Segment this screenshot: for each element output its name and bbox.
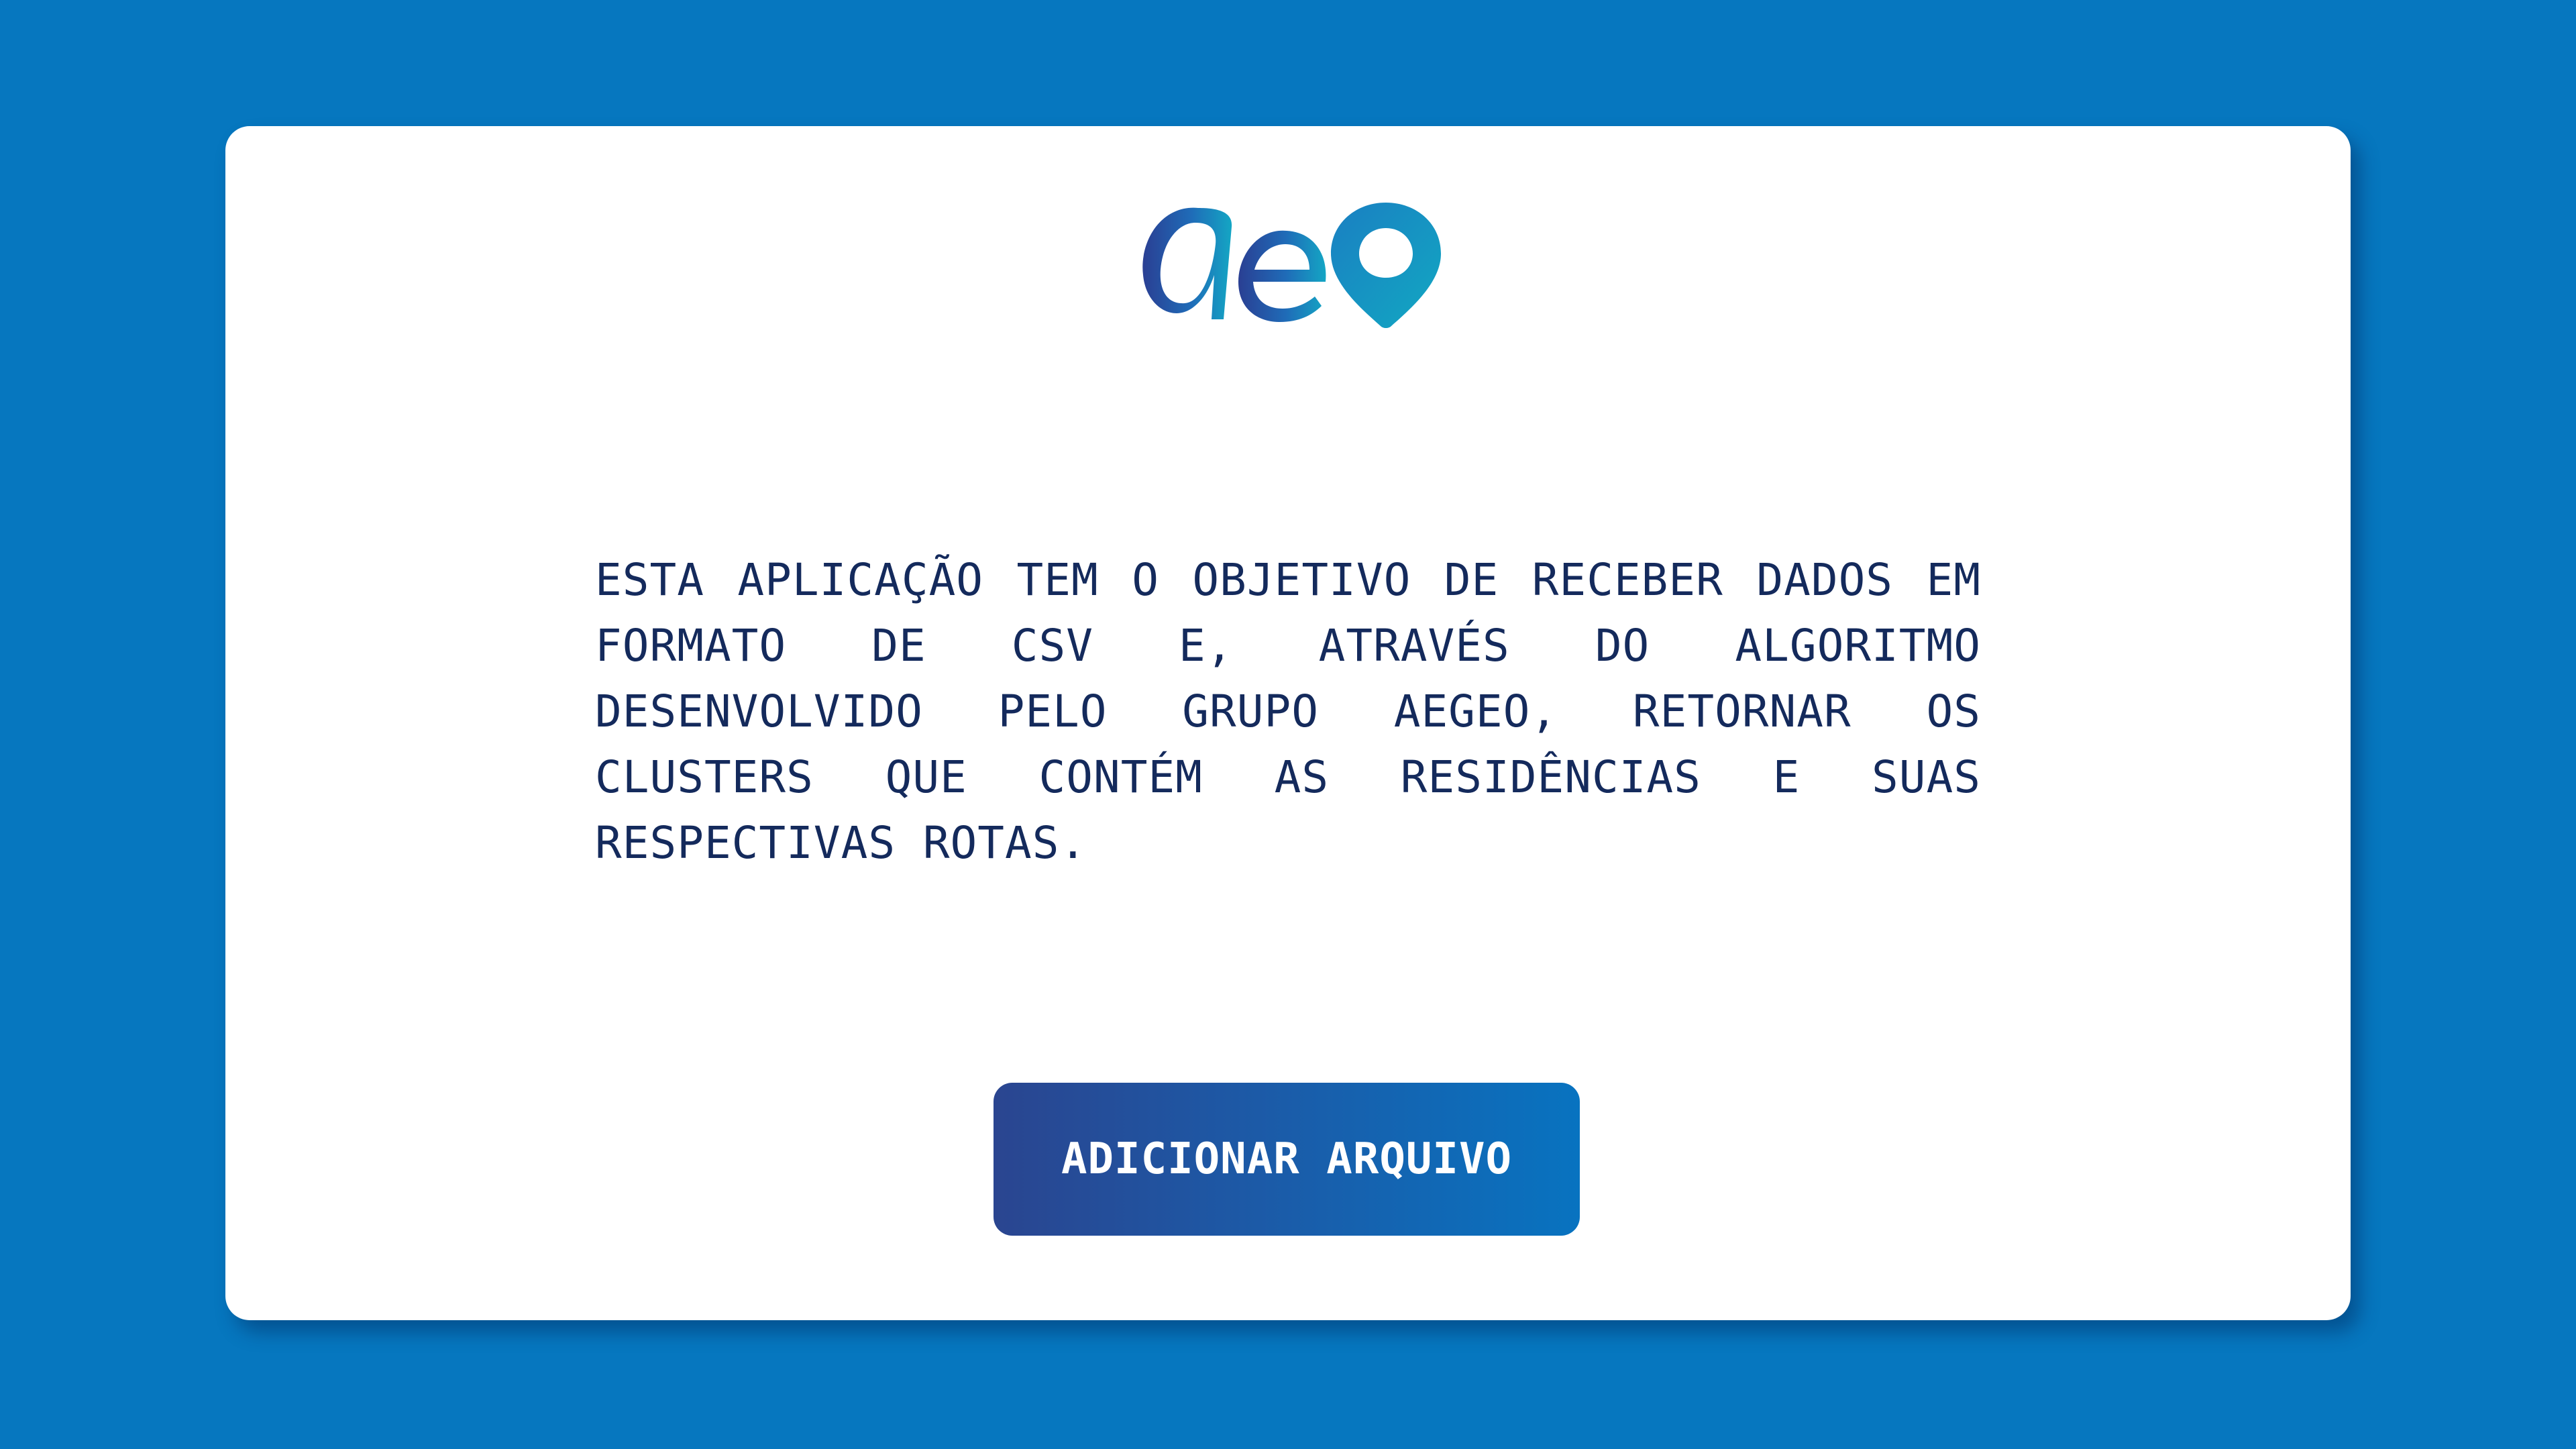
logo-graphic — [1142, 203, 1441, 328]
main-card: ESTA APLICAÇÃO TEM O OBJETIVO DE RECEBER… — [225, 126, 2351, 1320]
add-file-button-label: ADICIONAR ARQUIVO — [1061, 1134, 1513, 1184]
aeo-logo — [1131, 188, 1446, 335]
app-description: ESTA APLICAÇÃO TEM O OBJETIVO DE RECEBER… — [595, 554, 1981, 869]
add-file-button[interactable]: ADICIONAR ARQUIVO — [994, 1083, 1580, 1236]
